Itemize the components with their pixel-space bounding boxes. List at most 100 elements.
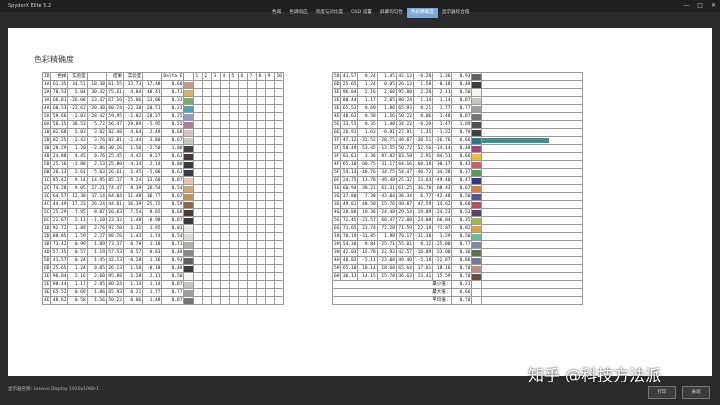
grid-cell — [211, 152, 222, 162]
tab-6[interactable]: 显示器综合值 — [438, 8, 474, 18]
color-swatch — [183, 112, 195, 122]
lab-value: -43.04 — [376, 192, 397, 202]
page-title: 色彩精确度 — [34, 55, 74, 64]
delta-e-value: 0.77 — [161, 288, 185, 298]
lab-value: 25.29 — [50, 208, 69, 218]
close-button[interactable]: 关闭 — [682, 386, 710, 399]
delta-e-value: 0.87 — [161, 216, 185, 226]
grid-cell — [193, 248, 204, 258]
lab-value: 2.76 — [86, 224, 107, 234]
lab-value: 50.22 — [395, 112, 414, 122]
lab-value: 65.64 — [395, 264, 414, 274]
table-row: 5C 25.29 7.95 8.87 26.03 7.54 8.85 0.68 — [41, 208, 285, 218]
lab-value: -26.08 — [67, 96, 88, 106]
lab-value: 23.74 — [357, 224, 378, 234]
lab-value: 2.61 — [67, 168, 88, 178]
lab-value: 1.35 — [412, 128, 434, 138]
color-swatch — [471, 200, 483, 210]
lab-value: 4.42 — [122, 152, 144, 162]
lab-value: 64.16 — [395, 160, 414, 170]
patch-id: 3G — [331, 200, 342, 210]
close-window-button[interactable]: ✕ — [711, 0, 716, 12]
patch-id: 2E — [41, 280, 52, 290]
tab-0[interactable]: 色域 — [268, 8, 285, 18]
lab-value: 57.15 — [50, 248, 69, 258]
grid-cell — [211, 80, 222, 90]
grid-cell — [256, 112, 267, 122]
table-row: 1B 82.68 5.03 3.02 82.48 4.64 2.48 0.68 — [41, 128, 285, 138]
grid-cell — [274, 288, 285, 298]
minimize-button[interactable]: — — [683, 0, 689, 12]
tab-5[interactable]: 色彩精确度 — [406, 8, 438, 18]
delta-e-bar-cell — [481, 264, 584, 274]
grid-cell — [211, 112, 222, 122]
grid-cell — [274, 112, 285, 122]
tab-2[interactable]: 亮度与对比度 — [312, 8, 348, 18]
grid-cell — [202, 216, 213, 226]
patch-id: 1G — [331, 184, 342, 194]
grid-cell — [265, 168, 276, 178]
delta-e-value: 0.33 — [161, 96, 185, 106]
grid-cell — [265, 288, 276, 298]
color-swatch — [471, 104, 483, 114]
grid-cell — [202, 280, 213, 290]
grid-cell — [211, 144, 222, 154]
patch-id: 1H — [331, 232, 342, 242]
grid-cell — [202, 136, 213, 146]
grid-cell — [193, 280, 204, 290]
print-button[interactable]: 打印 — [648, 386, 676, 399]
delta-e-value: 0.47 — [451, 176, 473, 186]
grid-cell — [256, 168, 267, 178]
lab-value: 2.31 — [122, 224, 144, 234]
lab-value: -2.44 — [122, 136, 144, 146]
delta-e-bar-cell — [481, 232, 584, 242]
grid-cell — [238, 216, 249, 226]
grid-cell — [238, 248, 249, 258]
tab-4[interactable]: 屏幕均匀性 — [376, 8, 407, 18]
lab-value: -31.85 — [357, 232, 378, 242]
color-swatch — [183, 168, 195, 178]
lab-value: 0.06 — [122, 296, 144, 306]
grid-cell — [229, 272, 240, 282]
grid-cell — [247, 176, 258, 186]
tab-1[interactable]: 色调响应 — [285, 8, 311, 18]
table-row: 5H 65.10 18.14 18.68 65.64 17.01 18.16 0.70 — [331, 264, 584, 274]
delta-e-value: 0.71 — [161, 240, 185, 250]
column-header: 实验室 — [67, 71, 88, 82]
column-header — [142, 71, 163, 82]
lab-value: 95.88 — [105, 272, 124, 282]
lab-value: 17.48 — [142, 80, 163, 90]
grid-cell — [211, 120, 222, 130]
lab-value: 18.68 — [376, 264, 397, 274]
patch-id: 3C — [41, 192, 52, 202]
lab-value: 1.58 — [122, 264, 144, 274]
lab-value: 1.14 — [122, 280, 144, 290]
maximize-button[interactable]: □ — [697, 0, 703, 12]
delta-e-bar-cell — [481, 192, 584, 202]
lab-value: -31.38 — [412, 232, 434, 242]
table-cell — [471, 280, 483, 290]
color-swatch — [183, 224, 195, 234]
grid-cell — [247, 168, 258, 178]
grid-cell — [193, 152, 204, 162]
lab-value: -49.48 — [376, 176, 397, 186]
grid-cell — [193, 296, 204, 306]
table-row: 2F 50.49 53.45 -13.55 50.72 52.56 -14.14 0.48 — [331, 144, 584, 154]
grid-cell — [265, 136, 276, 146]
delta-e-value: 0.23 — [161, 104, 185, 114]
lab-value: 80.24 — [395, 96, 414, 106]
delta-e-value: 0.61 — [161, 168, 185, 178]
grid-cell — [202, 160, 213, 170]
delta-e-value: 6.66 — [451, 136, 473, 146]
delta-e-bar-cell — [481, 136, 584, 146]
lab-value: 27.21 — [86, 184, 107, 194]
lab-value: 73.37 — [105, 240, 124, 250]
grid-cell — [256, 248, 267, 258]
delta-e-value: 0.66 — [451, 152, 473, 162]
color-swatch — [183, 272, 195, 282]
tab-3[interactable]: OSD 设置 — [347, 8, 376, 18]
lab-value: 48.82 — [340, 256, 359, 266]
lab-value: 72.45 — [340, 216, 359, 226]
lab-value: 36.13 — [340, 272, 359, 282]
column-header: 实验室 — [122, 71, 144, 82]
